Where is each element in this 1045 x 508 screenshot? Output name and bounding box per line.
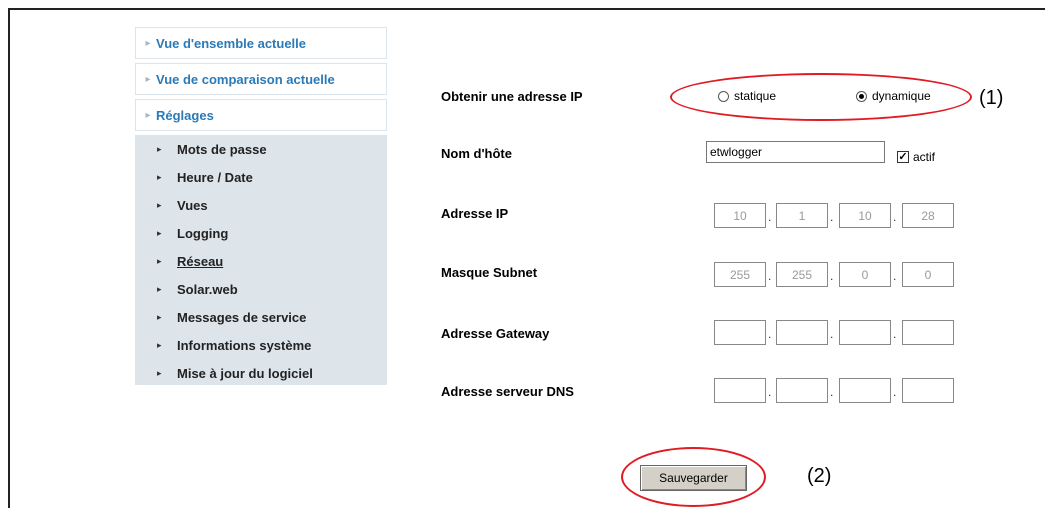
checkmark-icon[interactable]: ✓	[897, 151, 909, 163]
ip-octet-4[interactable]: 28	[902, 203, 954, 228]
dns-server-label: Adresse serveur DNS	[441, 384, 574, 399]
triangle-right-icon: ▸	[145, 109, 151, 121]
gateway-octet-3[interactable]	[839, 320, 891, 345]
submenu-item-messages-service[interactable]: ▸ Messages de service	[135, 303, 387, 331]
settings-submenu: ▸ Mots de passe ▸ Heure / Date ▸ Vues ▸ …	[135, 135, 387, 385]
octet-separator: .	[830, 269, 834, 283]
octet-separator: .	[768, 385, 772, 399]
octet-separator: .	[768, 210, 772, 224]
ip-octet-1[interactable]: 10	[714, 203, 766, 228]
nav-item-label: Réglages	[156, 107, 214, 123]
octet-separator: .	[893, 385, 897, 399]
chevron-right-icon: ▸	[157, 199, 162, 210]
chevron-right-icon: ▸	[157, 311, 162, 322]
nav-item-vue-ensemble[interactable]: ▸ Vue d'ensemble actuelle	[135, 27, 387, 59]
nav-item-label: Vue d'ensemble actuelle	[156, 35, 307, 51]
ip-octet-3[interactable]: 10	[839, 203, 891, 228]
submenu-item-label: Réseau	[177, 253, 224, 269]
submenu-item-label: Messages de service	[177, 309, 307, 325]
submenu-item-label: Informations système	[177, 337, 312, 353]
submenu-item-reseau[interactable]: ▸ Réseau	[135, 247, 387, 275]
submenu-item-informations-systeme[interactable]: ▸ Informations système	[135, 331, 387, 359]
dns-octet-4[interactable]	[902, 378, 954, 403]
submenu-item-label: Mots de passe	[177, 141, 267, 157]
nav-item-label: Vue de comparaison actuelle	[156, 71, 335, 87]
submenu-item-solar-web[interactable]: ▸ Solar.web	[135, 275, 387, 303]
chevron-right-icon: ▸	[157, 143, 162, 154]
submenu-item-label: Mise à jour du logiciel	[177, 365, 313, 381]
chevron-right-icon: ▸	[157, 283, 162, 294]
ip-address-label: Adresse IP	[441, 206, 509, 221]
subnet-octet-4[interactable]: 0	[902, 262, 954, 287]
submenu-item-heure-date[interactable]: ▸ Heure / Date	[135, 163, 387, 191]
gateway-octet-1[interactable]	[714, 320, 766, 345]
subnet-octet-3[interactable]: 0	[839, 262, 891, 287]
hostname-active-checkbox[interactable]: ✓ actif	[897, 150, 935, 164]
submenu-item-label: Heure / Date	[177, 169, 253, 185]
ip-octet-2[interactable]: 1	[776, 203, 828, 228]
triangle-right-icon: ▸	[145, 37, 151, 49]
highlight-ellipse-1	[670, 73, 972, 121]
octet-separator: .	[768, 269, 772, 283]
chevron-right-icon: ▸	[157, 367, 162, 378]
triangle-right-icon: ▸	[145, 73, 151, 85]
nav-item-vue-comparaison[interactable]: ▸ Vue de comparaison actuelle	[135, 63, 387, 95]
hostname-input[interactable]	[706, 141, 885, 163]
octet-separator: .	[768, 327, 772, 341]
submenu-item-mots-de-passe[interactable]: ▸ Mots de passe	[135, 135, 387, 163]
annotation-1: (1)	[979, 87, 1004, 109]
highlight-ellipse-2	[621, 447, 766, 507]
dns-octet-2[interactable]	[776, 378, 828, 403]
chevron-right-icon: ▸	[157, 255, 162, 266]
submenu-item-label: Solar.web	[177, 281, 238, 297]
gateway-label: Adresse Gateway	[441, 326, 550, 341]
hostname-label: Nom d'hôte	[441, 146, 512, 161]
gateway-octet-2[interactable]	[776, 320, 828, 345]
octet-separator: .	[830, 210, 834, 224]
subnet-octet-1[interactable]: 255	[714, 262, 766, 287]
checkbox-label: actif	[913, 150, 936, 164]
chevron-right-icon: ▸	[157, 227, 162, 238]
frame-border-top	[8, 8, 1045, 10]
submenu-item-mise-a-jour[interactable]: ▸ Mise à jour du logiciel	[135, 359, 387, 387]
dns-octet-3[interactable]	[839, 378, 891, 403]
octet-separator: .	[893, 210, 897, 224]
ip-mode-label: Obtenir une adresse IP	[441, 89, 583, 104]
nav-item-reglages[interactable]: ▸ Réglages	[135, 99, 387, 131]
submenu-item-label: Vues	[177, 197, 208, 213]
octet-separator: .	[893, 269, 897, 283]
submenu-item-logging[interactable]: ▸ Logging	[135, 219, 387, 247]
subnet-mask-label: Masque Subnet	[441, 265, 538, 280]
octet-separator: .	[830, 327, 834, 341]
octet-separator: .	[893, 327, 897, 341]
submenu-item-vues[interactable]: ▸ Vues	[135, 191, 387, 219]
submenu-item-label: Logging	[177, 225, 229, 241]
chevron-right-icon: ▸	[157, 171, 162, 182]
gateway-octet-4[interactable]	[902, 320, 954, 345]
subnet-octet-2[interactable]: 255	[776, 262, 828, 287]
annotation-2: (2)	[807, 465, 832, 487]
chevron-right-icon: ▸	[157, 339, 162, 350]
dns-octet-1[interactable]	[714, 378, 766, 403]
octet-separator: .	[830, 385, 834, 399]
frame-border-left	[8, 8, 10, 508]
